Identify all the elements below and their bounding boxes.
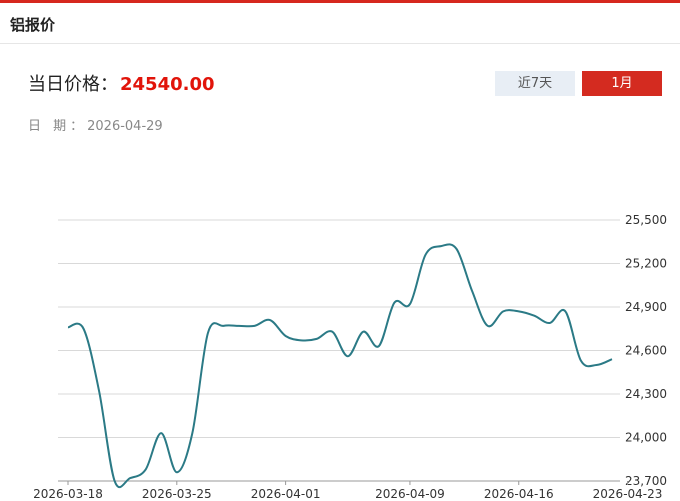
data-point[interactable] xyxy=(314,336,320,342)
data-point[interactable] xyxy=(298,337,304,343)
data-point[interactable] xyxy=(65,324,71,330)
y-tick-label: 24,000 xyxy=(625,431,667,445)
data-point[interactable] xyxy=(345,353,351,359)
y-tick-label: 24,900 xyxy=(625,300,667,314)
data-point[interactable] xyxy=(112,478,118,484)
data-point[interactable] xyxy=(174,469,180,475)
x-tick-label: 2026-04-16 xyxy=(484,487,554,501)
data-point[interactable] xyxy=(205,330,211,336)
data-point[interactable] xyxy=(189,430,195,436)
data-point[interactable] xyxy=(454,246,460,252)
x-tick-label: 2026-04-23 xyxy=(593,487,663,501)
y-tick-label: 24,600 xyxy=(625,344,667,358)
price-series-line xyxy=(67,243,613,488)
data-point[interactable] xyxy=(127,475,133,481)
data-point[interactable] xyxy=(81,326,87,332)
x-tick-label: 2026-04-01 xyxy=(251,487,321,501)
data-point[interactable] xyxy=(547,320,553,326)
x-tick-label: 2026-03-18 xyxy=(33,487,103,501)
data-point[interactable] xyxy=(500,308,506,314)
data-point[interactable] xyxy=(562,308,568,314)
x-tick-label: 2026-04-09 xyxy=(375,487,445,501)
y-tick-label: 23,700 xyxy=(625,474,667,488)
data-point[interactable] xyxy=(376,343,382,349)
data-point[interactable] xyxy=(252,323,258,329)
data-point[interactable] xyxy=(516,308,522,314)
data-point[interactable] xyxy=(236,323,242,329)
x-tick-label: 2026-03-25 xyxy=(142,487,212,501)
y-tick-label: 25,500 xyxy=(625,213,667,227)
y-tick-label: 25,200 xyxy=(625,257,667,271)
data-point[interactable] xyxy=(143,466,149,472)
data-point[interactable] xyxy=(578,358,584,364)
data-point[interactable] xyxy=(438,243,444,249)
data-point[interactable] xyxy=(422,252,428,258)
data-point[interactable] xyxy=(158,430,164,436)
price-line-chart: 23,700 24,000 24,300 24,600 24,900 25,200 25,5… xyxy=(33,213,667,501)
y-tick-label: 24,300 xyxy=(625,387,667,401)
data-point[interactable] xyxy=(360,329,366,335)
data-point[interactable] xyxy=(96,388,102,394)
data-point[interactable] xyxy=(220,323,226,329)
data-point[interactable] xyxy=(283,333,289,339)
data-point[interactable] xyxy=(593,362,599,368)
data-point[interactable] xyxy=(391,300,397,306)
data-point[interactable] xyxy=(609,356,615,362)
data-point[interactable] xyxy=(267,317,273,323)
data-point[interactable] xyxy=(407,301,413,307)
data-point[interactable] xyxy=(469,288,475,294)
data-point[interactable] xyxy=(485,323,491,329)
data-point[interactable] xyxy=(531,313,537,319)
data-point[interactable] xyxy=(329,329,335,335)
